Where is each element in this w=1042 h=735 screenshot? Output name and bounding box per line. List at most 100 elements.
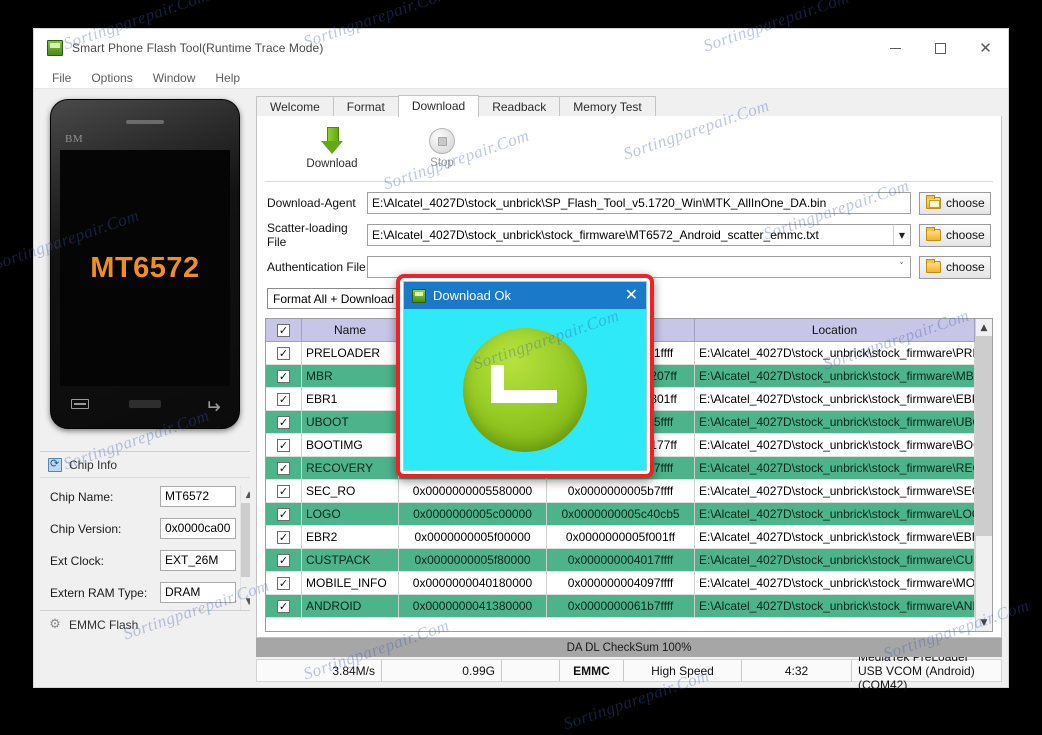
row-checkbox-cell[interactable]: ✓ (266, 434, 302, 457)
row-end-address: 0x0000000061b7ffff (547, 595, 695, 618)
row-checkbox-cell[interactable]: ✓ (266, 365, 302, 388)
row-checkbox-cell[interactable]: ✓ (266, 595, 302, 618)
scroll-up-icon[interactable]: ▲ (241, 486, 250, 503)
dialog-close-button[interactable]: ✕ (625, 285, 638, 305)
dialog-title: Download Ok (433, 288, 512, 303)
minimize-button[interactable] (873, 29, 918, 67)
stop-button[interactable]: Stop (411, 128, 473, 169)
row-checkbox[interactable]: ✓ (277, 484, 290, 498)
device-preview: BM MT6572 ↵ (40, 95, 250, 447)
ext-clock-value[interactable]: EXT_26M (160, 550, 237, 571)
tab-readback[interactable]: Readback (478, 96, 561, 117)
authentication-file-choose-button[interactable]: choose (919, 255, 991, 279)
menu-item-file[interactable]: File (42, 69, 81, 87)
progress-row: DA DL CheckSum 100% (40, 638, 1002, 657)
scroll-down-icon[interactable]: ▼ (241, 593, 250, 610)
download-agent-choose-button[interactable]: choose (919, 191, 991, 215)
row-checkbox[interactable]: ✓ (277, 576, 290, 590)
chevron-down-icon[interactable]: ˅ (893, 257, 910, 277)
row-location: E:\Alcatel_4027D\stock_unbrick\stock_fir… (695, 411, 975, 434)
row-partition-name: ANDROID (302, 595, 399, 618)
chip-version-value[interactable]: 0x0000ca00 (160, 518, 237, 539)
row-checkbox-cell[interactable]: ✓ (266, 526, 302, 549)
scrollbar-track[interactable] (976, 336, 992, 614)
phone-screen: MT6572 (60, 150, 230, 386)
row-location: E:\Alcatel_4027D\stock_unbrick\stock_fir… (695, 572, 975, 595)
scatter-file-combo[interactable]: E:\Alcatel_4027D\stock_unbrick\stock_fir… (367, 224, 911, 246)
emmc-flash-header[interactable]: ⚙ EMMC Flash (40, 610, 250, 638)
tab-memory-test[interactable]: Memory Test (559, 96, 656, 117)
extern-ram-type-value[interactable]: DRAM (160, 582, 237, 603)
authentication-file-label: Authentication File (267, 260, 366, 274)
row-checkbox[interactable]: ✓ (277, 346, 290, 360)
scrollbar-thumb[interactable] (241, 503, 250, 577)
chip-name-value[interactable]: MT6572 (160, 486, 237, 507)
scatter-file-row: Scatter-loading File E:\Alcatel_4027D\st… (267, 221, 991, 249)
row-checkbox-cell[interactable]: ✓ (266, 480, 302, 503)
row-location: E:\Alcatel_4027D\stock_unbrick\stock_fir… (695, 549, 975, 572)
scroll-up-icon[interactable]: ▲ (976, 319, 992, 336)
menu-item-options[interactable]: Options (81, 69, 142, 87)
download-ok-dialog: Download Ok ✕ (396, 274, 654, 478)
row-checkbox[interactable]: ✓ (277, 599, 290, 613)
chip-info-body: Chip Name: MT6572 Chip Version: 0x0000ca… (40, 478, 250, 610)
select-all-header[interactable]: ✓ (266, 319, 302, 342)
row-end-address: 0x0000000005b7ffff (547, 480, 695, 503)
status-area: DA DL CheckSum 100% 3.84M/s 0.99G EMMC H… (34, 638, 1008, 692)
scrollbar-thumb[interactable] (976, 336, 992, 537)
gear-icon: ⚙ (49, 616, 61, 632)
row-checkbox-cell[interactable]: ✓ (266, 503, 302, 526)
table-row[interactable]: ✓ LOGO 0x0000000005c00000 0x0000000005c40cb… (266, 503, 975, 526)
column-header-name[interactable]: Name (302, 319, 399, 342)
emmc-flash-title: EMMC Flash (69, 617, 139, 632)
menu-item-window[interactable]: Window (143, 69, 206, 87)
chip-info-row: Chip Name: MT6572 (50, 486, 237, 507)
flash-tool-icon (412, 288, 426, 303)
table-row[interactable]: ✓ MOBILE_INFO 0x0000000040180000 0x00000000… (266, 572, 975, 595)
chip-info-scrollbar[interactable]: ▲ ▼ (240, 486, 250, 610)
row-checkbox[interactable]: ✓ (277, 507, 290, 521)
row-checkbox[interactable]: ✓ (277, 415, 290, 429)
tab-format[interactable]: Format (332, 96, 399, 117)
row-checkbox-cell[interactable]: ✓ (266, 411, 302, 434)
scatter-file-choose-button[interactable]: choose (919, 223, 991, 247)
row-checkbox[interactable]: ✓ (277, 461, 290, 475)
row-checkbox[interactable]: ✓ (277, 392, 290, 406)
row-checkbox[interactable]: ✓ (277, 438, 290, 452)
table-row[interactable]: ✓ CUSTPACK 0x0000000005f80000 0x00000000401… (266, 549, 975, 572)
download-button[interactable]: Download (301, 127, 363, 170)
tab-download[interactable]: Download (397, 95, 480, 117)
table-row[interactable]: ✓ SEC_RO 0x0000000005580000 0x0000000005b7f… (266, 480, 975, 503)
scroll-down-icon[interactable]: ▼ (976, 614, 992, 631)
menu-item-help[interactable]: Help (205, 69, 250, 87)
tab-welcome[interactable]: Welcome (256, 96, 334, 117)
window-controls: ✕ (873, 29, 1008, 67)
maximize-button[interactable] (918, 29, 963, 67)
column-header-location[interactable]: Location (695, 319, 975, 342)
tab-filler (654, 96, 1002, 117)
back-arrow-icon: ↵ (205, 396, 221, 418)
row-begin-address: 0x0000000005580000 (399, 480, 547, 503)
row-begin-address: 0x0000000040180000 (399, 572, 547, 595)
row-checkbox-cell[interactable]: ✓ (266, 572, 302, 595)
chevron-down-icon[interactable]: ▼ (893, 225, 910, 245)
chip-info-row: Ext Clock: EXT_26M (50, 550, 237, 571)
row-checkbox-cell[interactable]: ✓ (266, 388, 302, 411)
status-bar-row: 3.84M/s 0.99G EMMC High Speed 4:32 Media… (40, 650, 1002, 692)
select-all-checkbox[interactable]: ✓ (277, 323, 290, 337)
close-button[interactable]: ✕ (963, 29, 1008, 67)
table-scrollbar[interactable]: ▲ ▼ (975, 319, 992, 631)
row-checkbox[interactable]: ✓ (277, 530, 290, 544)
row-checkbox[interactable]: ✓ (277, 553, 290, 567)
tab-bar: Welcome Format Download Readback Memory … (256, 95, 1002, 117)
table-row[interactable]: ✓ EBR2 0x0000000005f00000 0x0000000005f001f… (266, 526, 975, 549)
row-checkbox[interactable]: ✓ (277, 369, 290, 383)
scatter-file-value[interactable]: E:\Alcatel_4027D\stock_unbrick\stock_fir… (368, 225, 893, 245)
row-checkbox-cell[interactable]: ✓ (266, 457, 302, 480)
status-spacer (40, 659, 250, 682)
scrollbar-track[interactable] (241, 503, 250, 593)
row-checkbox-cell[interactable]: ✓ (266, 549, 302, 572)
download-agent-input[interactable]: E:\Alcatel_4027D\stock_unbrick\SP_Flash_… (367, 192, 911, 214)
row-checkbox-cell[interactable]: ✓ (266, 342, 302, 365)
table-row[interactable]: ✓ ANDROID 0x0000000041380000 0x0000000061b7… (266, 595, 975, 618)
